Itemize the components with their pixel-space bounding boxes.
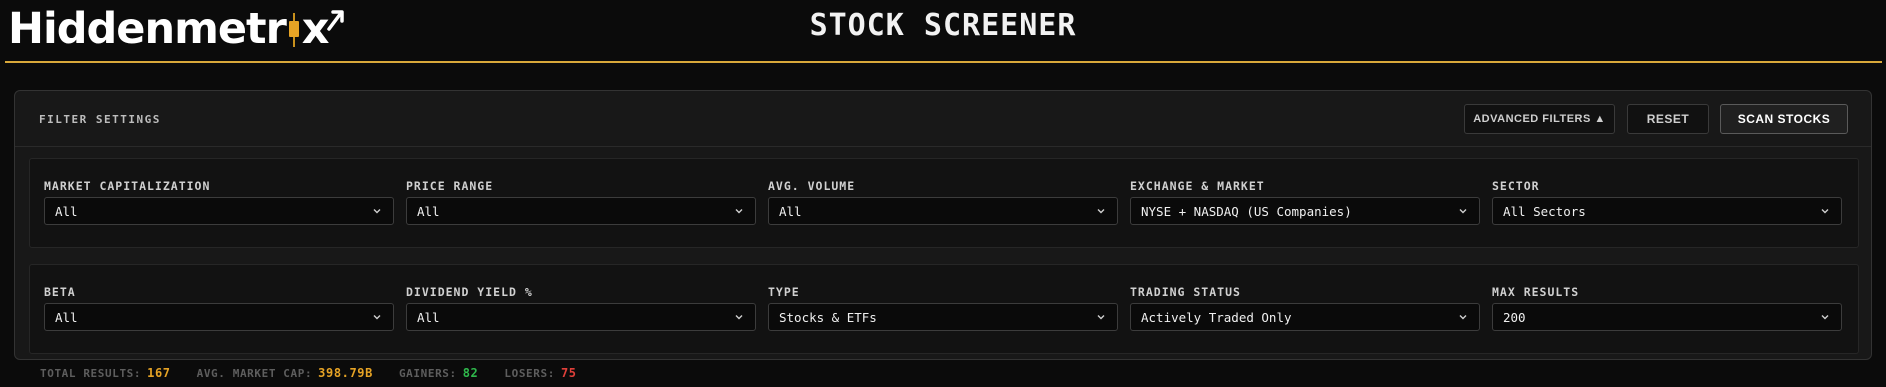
filter-type: TYPE Stocks & ETFs (768, 265, 1118, 353)
chevron-down-icon (1097, 315, 1105, 320)
filter-max-results: MAX RESULTS 200 (1492, 265, 1842, 353)
beta-select[interactable]: All (44, 303, 394, 331)
stat-total-results: TOTAL RESULTS: 167 (40, 366, 171, 380)
reset-button[interactable]: RESET (1627, 104, 1709, 134)
select-value: All (55, 310, 78, 325)
market-cap-select[interactable]: All (44, 197, 394, 225)
exchange-select[interactable]: NYSE + NASDAQ (US Companies) (1130, 197, 1480, 225)
chevron-down-icon (1097, 209, 1105, 214)
chevron-down-icon (373, 315, 381, 320)
filter-trading-status: TRADING STATUS Actively Traded Only (1130, 265, 1480, 353)
select-value: All (55, 204, 78, 219)
chevron-down-icon (1821, 315, 1829, 320)
field-label: TYPE (768, 285, 800, 299)
advanced-filters-button[interactable]: ADVANCED FILTERS ▲ (1464, 104, 1615, 134)
chevron-down-icon (373, 209, 381, 214)
header-divider (5, 61, 1882, 63)
stat-value: 398.79B (318, 366, 373, 380)
chevron-down-icon (1459, 315, 1467, 320)
field-label: MAX RESULTS (1492, 285, 1580, 299)
filter-row-basic: MARKET CAPITALIZATION All PRICE RANGE Al… (29, 158, 1859, 248)
stat-label: LOSERS: (504, 367, 555, 380)
filter-row-advanced: BETA All DIVIDEND YIELD % All TYPE Stock… (29, 264, 1859, 354)
select-value: All (417, 310, 440, 325)
select-value: Stocks & ETFs (779, 310, 877, 325)
select-value: All (417, 204, 440, 219)
chevron-down-icon (735, 209, 743, 214)
max-results-select[interactable]: 200 (1492, 303, 1842, 331)
select-value: 200 (1503, 310, 1526, 325)
field-label: EXCHANGE & MARKET (1130, 179, 1265, 193)
stat-avg-market-cap: AVG. MARKET CAP: 398.79B (197, 366, 373, 380)
filter-beta: BETA All (44, 265, 394, 353)
stat-label: AVG. MARKET CAP: (196, 367, 313, 380)
filter-price-range: PRICE RANGE All (406, 159, 756, 247)
filter-dividend-yield: DIVIDEND YIELD % All (406, 265, 756, 353)
chevron-down-icon (1459, 209, 1467, 214)
stat-value: 82 (462, 366, 479, 380)
stat-gainers: GAINERS: 82 (399, 366, 478, 380)
field-label: PRICE RANGE (406, 179, 494, 193)
stat-label: TOTAL RESULTS: (40, 367, 142, 380)
trading-status-select[interactable]: Actively Traded Only (1130, 303, 1480, 331)
stat-value: 167 (147, 366, 171, 380)
filter-exchange: EXCHANGE & MARKET NYSE + NASDAQ (US Comp… (1130, 159, 1480, 247)
field-label: AVG. VOLUME (768, 179, 856, 193)
chevron-down-icon (1821, 209, 1829, 214)
filter-panel-header: FILTER SETTINGS ADVANCED FILTERS ▲ RESET… (15, 91, 1871, 147)
top-bar: Hiddenmetr x STOCK SCREENER (0, 0, 1886, 63)
stats-bar: TOTAL RESULTS: 167 AVG. MARKET CAP: 398.79… (40, 366, 603, 380)
field-label: DIVIDEND YIELD % (406, 285, 533, 299)
filter-avg-volume: AVG. VOLUME All (768, 159, 1118, 247)
scan-stocks-button[interactable]: SCAN STOCKS (1720, 104, 1848, 134)
select-value: All Sectors (1503, 204, 1586, 219)
type-select[interactable]: Stocks & ETFs (768, 303, 1118, 331)
select-value: All (779, 204, 802, 219)
filter-sector: SECTOR All Sectors (1492, 159, 1842, 247)
field-label: TRADING STATUS (1130, 285, 1241, 299)
stat-losers: LOSERS: 75 (504, 366, 576, 380)
dividend-yield-select[interactable]: All (406, 303, 756, 331)
avg-volume-select[interactable]: All (768, 197, 1118, 225)
filter-settings-title: FILTER SETTINGS (39, 113, 161, 126)
select-value: NYSE + NASDAQ (US Companies) (1141, 204, 1352, 219)
filter-panel: FILTER SETTINGS ADVANCED FILTERS ▲ RESET… (14, 90, 1872, 360)
select-value: Actively Traded Only (1141, 310, 1292, 325)
filter-market-cap: MARKET CAPITALIZATION All (44, 159, 394, 247)
price-range-select[interactable]: All (406, 197, 756, 225)
page-title: STOCK SCREENER (809, 8, 1077, 43)
chevron-down-icon (735, 315, 743, 320)
field-label: MARKET CAPITALIZATION (44, 179, 211, 193)
stat-label: GAINERS: (398, 367, 457, 380)
sector-select[interactable]: All Sectors (1492, 197, 1842, 225)
stat-value: 75 (560, 366, 577, 380)
field-label: SECTOR (1492, 179, 1540, 193)
field-label: BETA (44, 285, 76, 299)
